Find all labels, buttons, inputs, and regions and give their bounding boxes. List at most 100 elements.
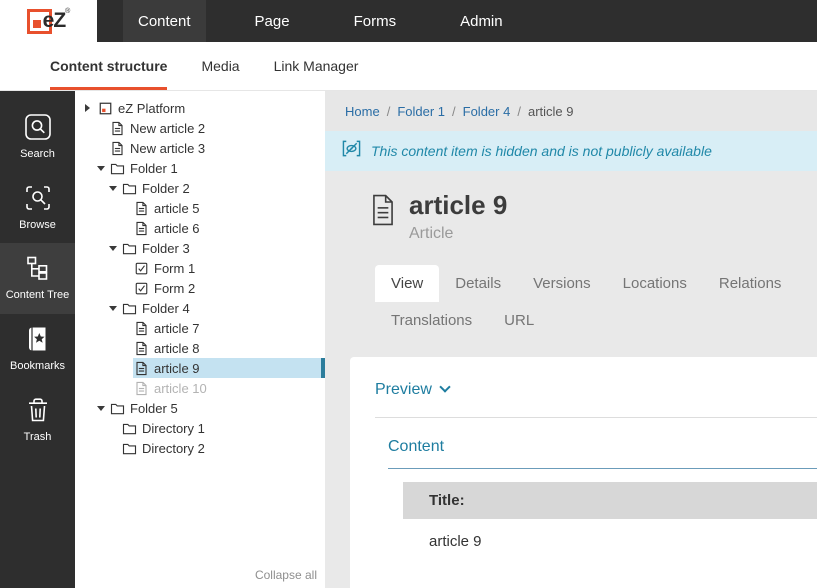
folder-icon: [122, 181, 137, 196]
content-section-header: Content: [388, 438, 817, 469]
breadcrumb-link[interactable]: Folder 1: [397, 104, 445, 119]
sidebar-item-trash[interactable]: Trash: [0, 385, 75, 456]
tree-item[interactable]: Directory 2: [75, 438, 325, 458]
browse-icon: [24, 184, 52, 212]
main-layout: SearchBrowseContent Tree Bookmarks Trash e…: [0, 90, 817, 588]
tree-item-label: article 7: [154, 321, 200, 336]
top-tab-content[interactable]: Content: [123, 0, 206, 42]
page-header-text: article 9 Article: [409, 191, 507, 243]
tree-item[interactable]: New article 3: [75, 138, 325, 158]
tree-item-label: article 6: [154, 221, 200, 236]
tree-item[interactable]: article 9: [75, 358, 325, 378]
breadcrumb-separator: /: [452, 104, 456, 119]
expander-spacer: [121, 358, 133, 378]
content-tree-icon: [24, 254, 52, 282]
folder-icon: [122, 441, 137, 456]
tree-indent: [75, 358, 121, 378]
tree-item-label: Folder 2: [142, 181, 190, 196]
tree-item[interactable]: Directory 1: [75, 418, 325, 438]
collapse-all-button[interactable]: Collapse all: [255, 568, 317, 582]
form-icon: [134, 261, 149, 276]
tree-item-body: Folder 3: [121, 238, 325, 258]
tree-indent: [75, 438, 109, 458]
sidebar-item-label: Bookmarks: [10, 360, 65, 373]
tree-item[interactable]: Form 2: [75, 278, 325, 298]
tree-item[interactable]: Folder 1: [75, 158, 325, 178]
sidebar-item-label: Trash: [24, 431, 52, 444]
content-tree-panel: eZ PlatformNew article 2New article 3Fol…: [75, 90, 325, 588]
content-tab-translations[interactable]: Translations: [375, 302, 488, 339]
tree-item[interactable]: Folder 4: [75, 298, 325, 318]
tree-indent: [75, 218, 121, 238]
sidebar-item-search[interactable]: Search: [0, 102, 75, 173]
tree-indent: [75, 378, 121, 398]
content-tab-url[interactable]: URL: [488, 302, 550, 339]
tree-item-body: article 6: [133, 218, 325, 238]
expander-icon[interactable]: [97, 398, 109, 418]
tree-item[interactable]: article 10: [75, 378, 325, 398]
tree-item-label: Folder 5: [130, 401, 178, 416]
tree-item-body: article 7: [133, 318, 325, 338]
content-tab-versions[interactable]: Versions: [517, 265, 607, 302]
registered-mark: ®: [65, 8, 70, 15]
tree-item-label: eZ Platform: [118, 101, 185, 116]
subnav-tab-link-manager[interactable]: Link Manager: [274, 42, 359, 90]
breadcrumb-separator: /: [517, 104, 521, 119]
tree-item-body: New article 2: [109, 118, 325, 138]
caret-down-icon: [97, 166, 105, 171]
tree-item[interactable]: article 5: [75, 198, 325, 218]
article-icon: [134, 361, 149, 376]
sidebar-item-content-tree[interactable]: Content Tree: [0, 243, 75, 314]
content-tab-locations[interactable]: Locations: [607, 265, 703, 302]
breadcrumb-current: article 9: [528, 104, 574, 119]
top-tab-page[interactable]: Page: [240, 0, 305, 42]
tree-item[interactable]: Folder 2: [75, 178, 325, 198]
breadcrumb: Home/Folder 1/Folder 4/article 9: [325, 90, 817, 131]
tree-item[interactable]: article 7: [75, 318, 325, 338]
expander-icon[interactable]: [97, 158, 109, 178]
expander-spacer: [121, 218, 133, 238]
subnav-tab-media[interactable]: Media: [201, 42, 239, 90]
expander-icon[interactable]: [109, 238, 121, 258]
caret-down-icon: [109, 246, 117, 251]
expander-spacer: [109, 438, 121, 458]
top-tab-forms[interactable]: Forms: [339, 0, 412, 42]
article-icon: [370, 191, 396, 226]
expander-icon[interactable]: [109, 178, 121, 198]
secondary-navigation: Content structure Media Link Manager: [0, 42, 817, 90]
tree-item[interactable]: article 8: [75, 338, 325, 358]
expander-icon[interactable]: [109, 298, 121, 318]
expander-spacer: [109, 418, 121, 438]
tree-item-body: New article 3: [109, 138, 325, 158]
sidebar-item-bookmarks[interactable]: Bookmarks: [0, 314, 75, 385]
top-tab-admin[interactable]: Admin: [445, 0, 518, 42]
preview-toggle[interactable]: Preview: [375, 381, 817, 418]
left-sidebar: SearchBrowseContent Tree Bookmarks Trash: [0, 90, 75, 588]
expander-spacer: [121, 198, 133, 218]
hidden-alert-banner: This content item is hidden and is not p…: [325, 131, 817, 171]
tree-item-body: Form 2: [133, 278, 325, 298]
tree-item-label: Folder 4: [142, 301, 190, 316]
tree-item[interactable]: Folder 3: [75, 238, 325, 258]
breadcrumb-link[interactable]: Home: [345, 104, 380, 119]
tree-item[interactable]: article 6: [75, 218, 325, 238]
top-tabs: Content Page Forms Admin: [123, 0, 552, 42]
expander-icon[interactable]: [85, 98, 97, 118]
tree-item[interactable]: Folder 5: [75, 398, 325, 418]
tree-item[interactable]: eZ Platform: [75, 98, 325, 118]
content-tab-view[interactable]: View: [375, 265, 439, 302]
tree-indent: [75, 398, 97, 418]
tree-item[interactable]: Form 1: [75, 258, 325, 278]
content-tab-details[interactable]: Details: [439, 265, 517, 302]
tree-indent: [75, 158, 97, 178]
folder-icon: [122, 421, 137, 436]
folder-icon: [110, 401, 125, 416]
subnav-tab-content-structure[interactable]: Content structure: [50, 42, 167, 90]
content-tab-relations[interactable]: Relations: [703, 265, 798, 302]
tree-item-label: Directory 1: [142, 421, 205, 436]
sidebar-item-browse[interactable]: Browse: [0, 173, 75, 244]
ez-logo[interactable]: eZ ®: [0, 0, 97, 42]
breadcrumb-link[interactable]: Folder 4: [463, 104, 511, 119]
tree-item[interactable]: New article 2: [75, 118, 325, 138]
tree-item-body: eZ Platform: [97, 98, 325, 118]
